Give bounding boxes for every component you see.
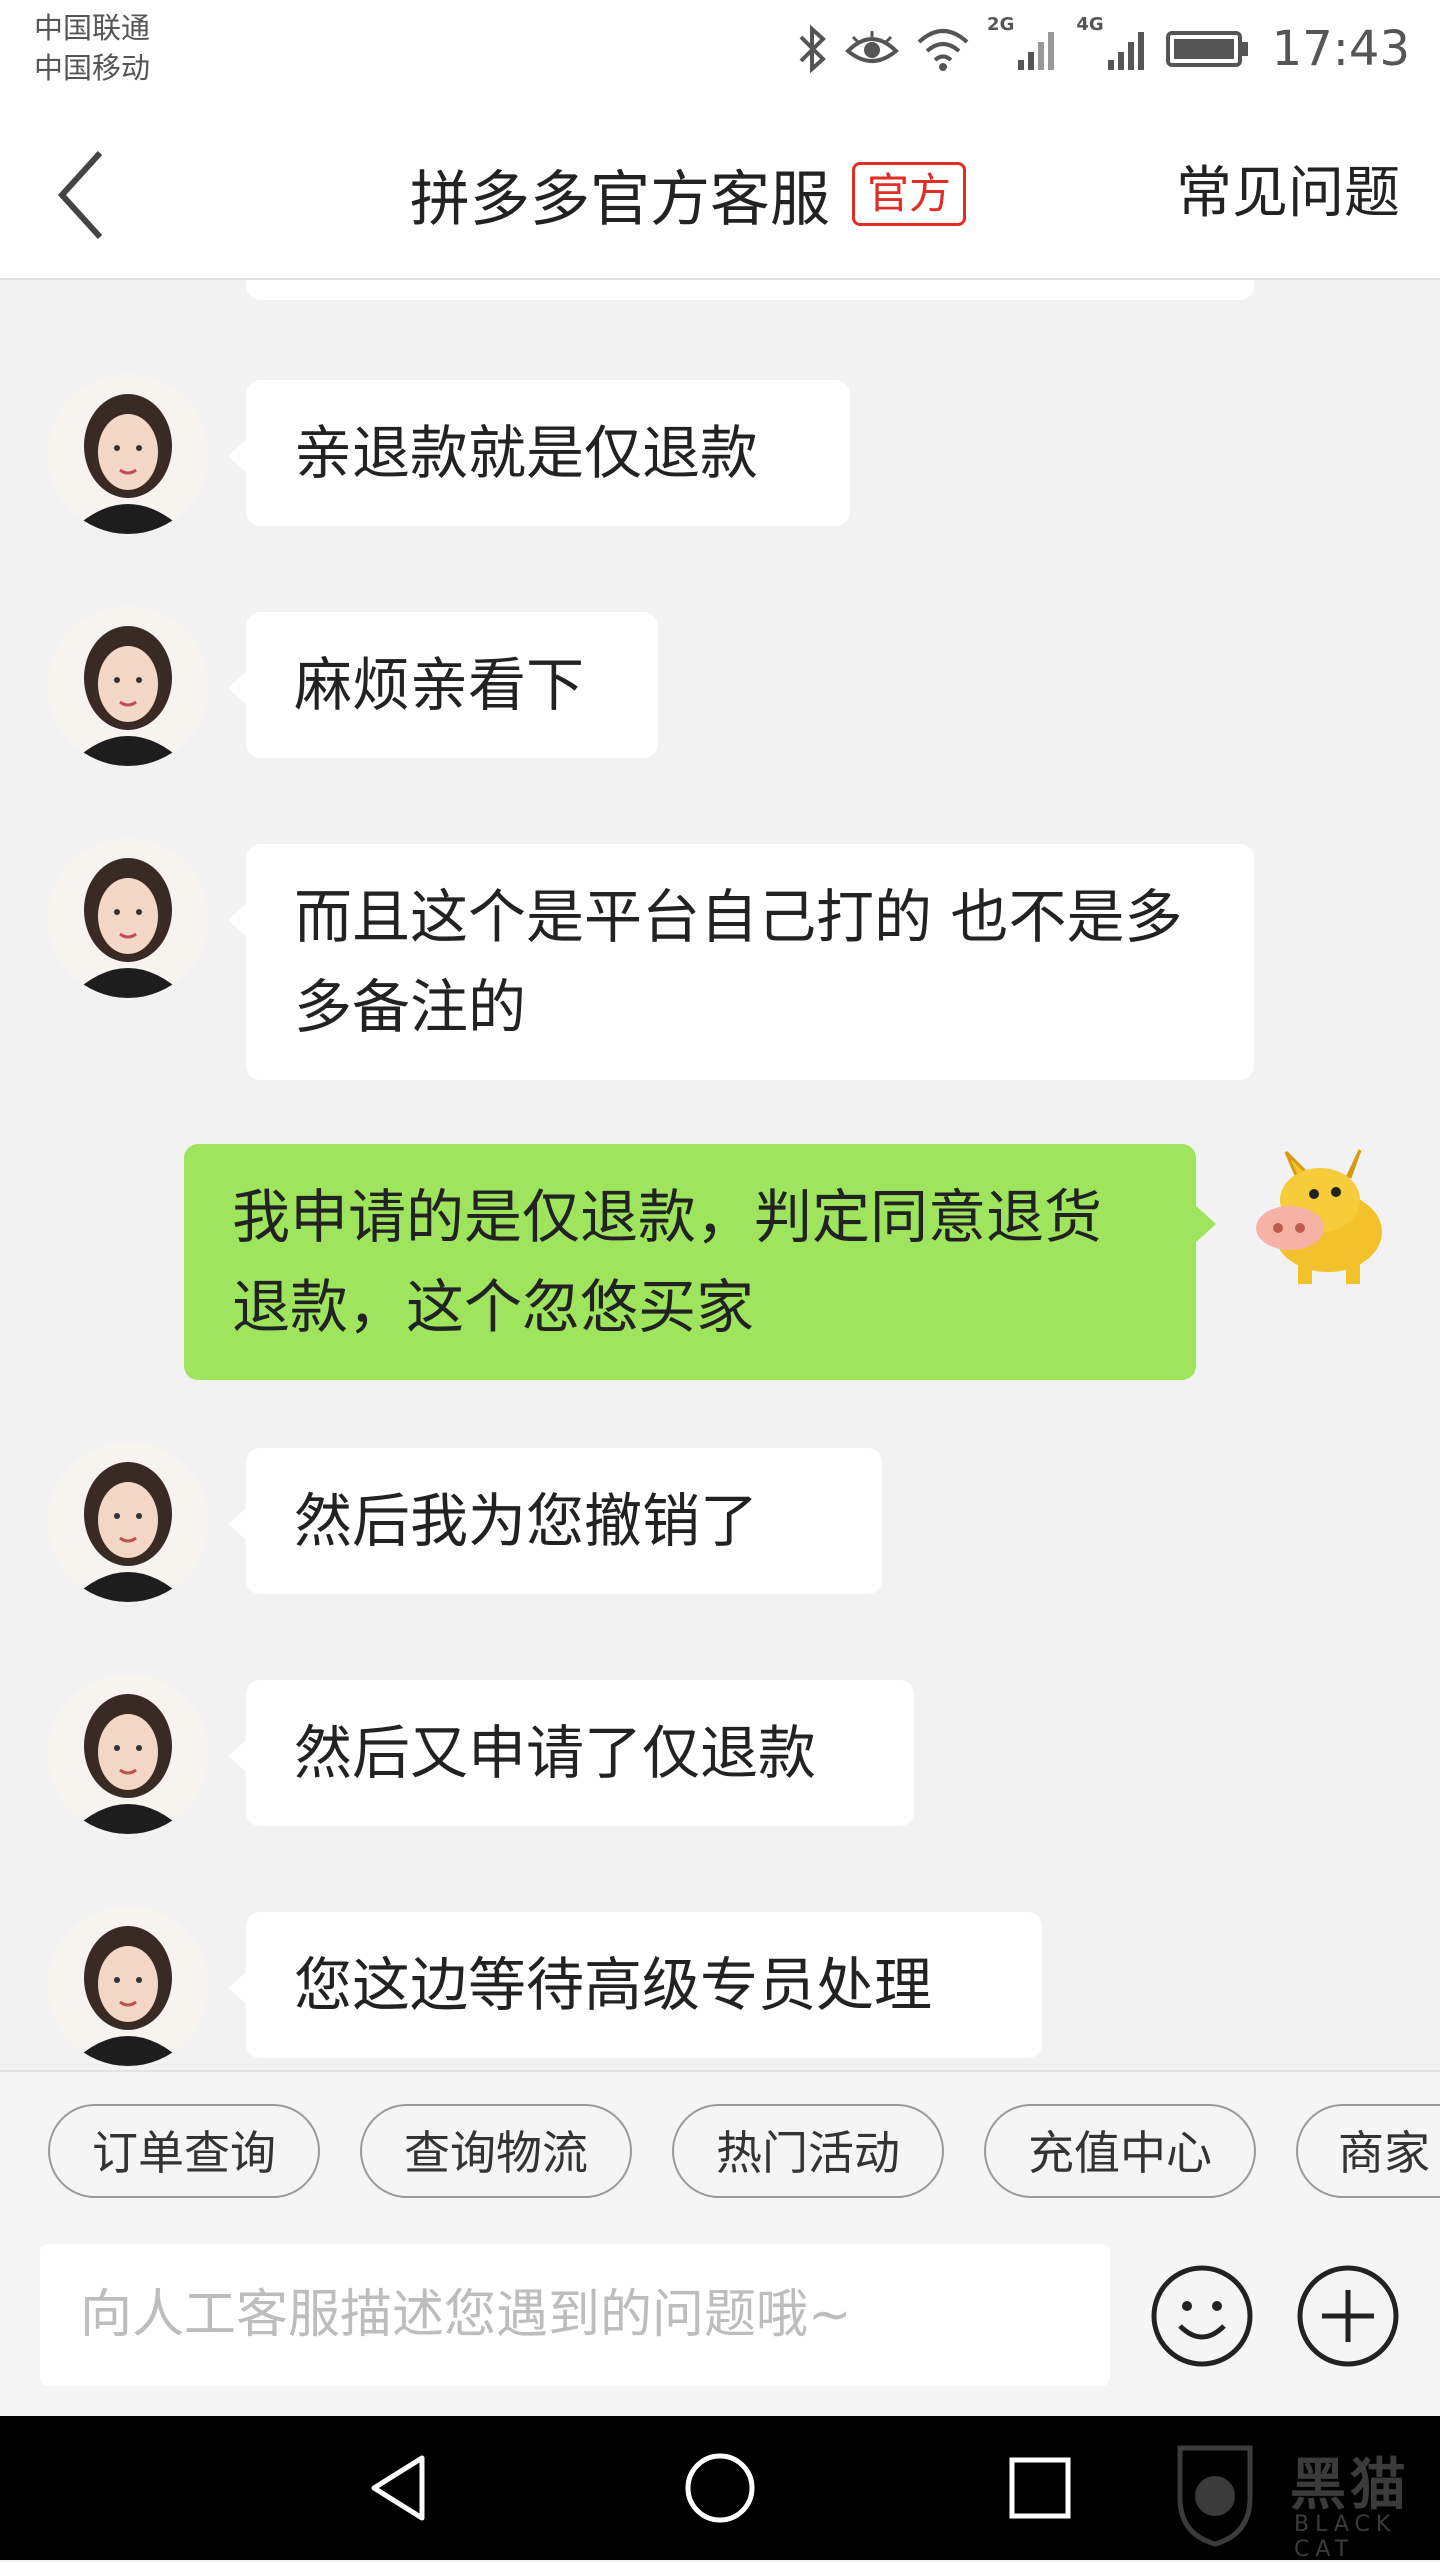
- carrier-label-2: 中国移动: [34, 51, 151, 85]
- clock: 17:43: [1271, 21, 1410, 77]
- cow-mascot-icon: [1256, 1149, 1382, 1284]
- more-button[interactable]: [1296, 2264, 1400, 2368]
- nav-recents-button[interactable]: [1000, 2448, 1080, 2528]
- watermark-text: 黑猫: [1290, 2453, 1410, 2518]
- chip-recharge-center[interactable]: 充值中心: [984, 2104, 1256, 2198]
- message-bubble: 然后又申请了仅退款: [228, 1680, 914, 1826]
- chip-hot-activities[interactable]: 热门活动: [672, 2104, 944, 2198]
- watermark-subtext: BLACK CAT: [1294, 2512, 1397, 2562]
- chat-message-list[interactable]: 亲退款就是仅退款 麻烦亲看下 而且这个是平台自己打的 也不是多多备注的 我申请的…: [0, 280, 1440, 2070]
- back-button[interactable]: [52, 140, 162, 250]
- wifi-icon: [917, 29, 969, 71]
- signal-icon: [1107, 32, 1144, 70]
- message-input-bar: [0, 2238, 1440, 2416]
- carrier-label-1: 中国联通: [34, 11, 151, 45]
- agent-avatar: [48, 606, 208, 766]
- eye-icon: [845, 31, 900, 63]
- bluetooth-icon: [799, 24, 826, 74]
- agent-avatar: [48, 1906, 208, 2066]
- watermark: 黑猫 BLACK CAT: [1160, 2438, 1420, 2562]
- square-recents-icon: [1009, 2457, 1071, 2519]
- chat-header: 拼多多官方客服 官方 常见问题: [0, 112, 1440, 280]
- message-bubble: 您这边等待高级专员处理: [228, 1912, 1042, 2058]
- chip-logistics-query[interactable]: 查询物流: [360, 2104, 632, 2198]
- signal-icon: [1018, 32, 1055, 70]
- network-type-2g: 2G: [987, 14, 1015, 35]
- smiley-icon: [1151, 2265, 1253, 2367]
- agent-avatar: [48, 1674, 208, 1834]
- network-type-4g: 4G: [1076, 14, 1104, 35]
- message-bubble-partial: [246, 280, 1254, 300]
- status-bar: 中国联通 中国移动 2G 4G 17:43: [0, 0, 1440, 112]
- message-input[interactable]: [40, 2244, 1110, 2386]
- official-badge: 官方: [852, 162, 967, 226]
- chip-merchant[interactable]: 商家: [1296, 2104, 1440, 2198]
- user-avatar: [1228, 1140, 1398, 1300]
- agent-avatar: [48, 838, 208, 998]
- triangle-back-icon: [371, 2455, 425, 2521]
- message-bubble: 然后我为您撤销了: [228, 1448, 882, 1594]
- chevron-left-icon: [57, 150, 103, 240]
- chip-order-query[interactable]: 订单查询: [48, 2104, 320, 2198]
- faq-link[interactable]: 常见问题: [1176, 152, 1400, 236]
- agent-avatar: [48, 1442, 208, 1602]
- agent-avatar: [48, 374, 208, 534]
- nav-back-button[interactable]: [360, 2448, 440, 2528]
- circle-home-icon: [685, 2453, 755, 2523]
- emoji-button[interactable]: [1150, 2264, 1254, 2368]
- plus-icon: [1297, 2265, 1399, 2367]
- message-bubble-sent: 我申请的是仅退款，判定同意退货退款，这个忽悠买家: [184, 1144, 1216, 1380]
- message-bubble: 亲退款就是仅退款: [228, 380, 850, 526]
- battery-icon: [1165, 31, 1248, 67]
- page-title: 拼多多官方客服: [410, 164, 830, 235]
- quick-reply-bar: 订单查询 查询物流 热门活动 充值中心 商家: [0, 2070, 1440, 2240]
- cat-logo-icon: [1177, 2445, 1253, 2547]
- nav-home-button[interactable]: [680, 2448, 760, 2528]
- message-bubble: 而且这个是平台自己打的 也不是多多备注的: [228, 844, 1254, 1080]
- message-bubble: 麻烦亲看下: [228, 612, 658, 758]
- system-nav-bar: 黑猫 BLACK CAT: [0, 2416, 1440, 2562]
